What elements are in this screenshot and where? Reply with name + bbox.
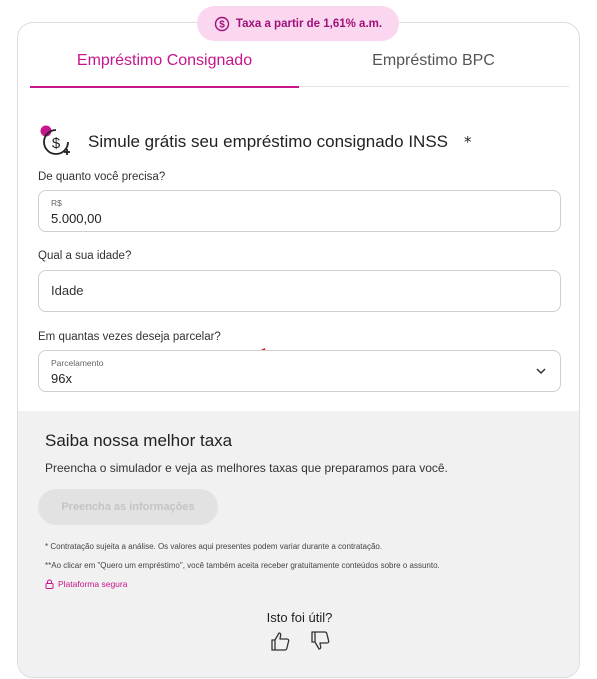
rate-badge: $ Taxa a partir de 1,61% a.m. <box>197 6 399 41</box>
simulator-heading: $ Simule grátis seu empréstimo consignad… <box>38 122 558 162</box>
tab-emprestimo-consignado[interactable]: Empréstimo Consignado <box>30 35 299 88</box>
installments-label: Em quantas vezes deseja parcelar? <box>38 331 221 343</box>
best-rate-section: Saiba nossa melhor taxa Preencha o simul… <box>18 411 579 677</box>
svg-text:$: $ <box>219 19 225 30</box>
tab-emprestimo-bpc[interactable]: Empréstimo BPC <box>299 35 568 87</box>
rate-badge-text: Taxa a partir de 1,61% a.m. <box>235 17 383 30</box>
installments-field-label: Parcelamento <box>51 358 104 368</box>
best-rate-title: Saiba nossa melhor taxa <box>45 431 233 450</box>
best-rate-subtitle: Preencha o simulador e veja as melhores … <box>45 461 448 475</box>
age-placeholder: Idade <box>51 283 84 298</box>
lock-icon <box>45 579 54 589</box>
simulator-title: Simule grátis seu empréstimo consignado … <box>88 132 448 151</box>
disclaimer-note-2: **Ao clicar em "Quero um empréstimo", vo… <box>45 561 440 570</box>
secure-platform-link[interactable]: Plataforma segura <box>45 579 127 589</box>
feedback-question: Isto foi útil? <box>266 610 333 625</box>
age-field[interactable]: Idade <box>38 270 561 312</box>
simulator-card: Empréstimo Consignado Empréstimo BPC $ S… <box>17 22 580 678</box>
amount-field[interactable]: R$ 5.000,00 <box>38 190 561 232</box>
feedback-buttons <box>269 630 331 652</box>
amount-value: 5.000,00 <box>51 211 102 226</box>
secure-platform-label: Plataforma segura <box>58 579 128 589</box>
loan-type-tabs: Empréstimo Consignado Empréstimo BPC <box>30 35 569 88</box>
dollar-circle-icon: $ <box>214 16 230 32</box>
fill-info-button[interactable]: Preencha as informações <box>38 489 218 525</box>
installments-value: 96x <box>51 371 72 386</box>
installments-select[interactable]: Parcelamento 96x <box>38 350 561 392</box>
thumbs-down-icon[interactable] <box>309 630 331 652</box>
disclaimer-note-1: * Contratação sujeita a análise. Os valo… <box>45 542 383 551</box>
amount-label: De quanto você precisa? <box>38 171 166 183</box>
svg-text:$: $ <box>52 135 61 152</box>
page: $ Taxa a partir de 1,61% a.m. Empréstimo… <box>0 0 597 679</box>
chevron-down-icon <box>536 368 546 375</box>
dollar-refresh-icon: $ <box>38 124 74 160</box>
age-label: Qual a sua idade? <box>38 250 132 262</box>
currency-label: R$ <box>51 198 62 208</box>
required-mark: * <box>464 133 472 151</box>
thumbs-up-icon[interactable] <box>269 630 291 652</box>
